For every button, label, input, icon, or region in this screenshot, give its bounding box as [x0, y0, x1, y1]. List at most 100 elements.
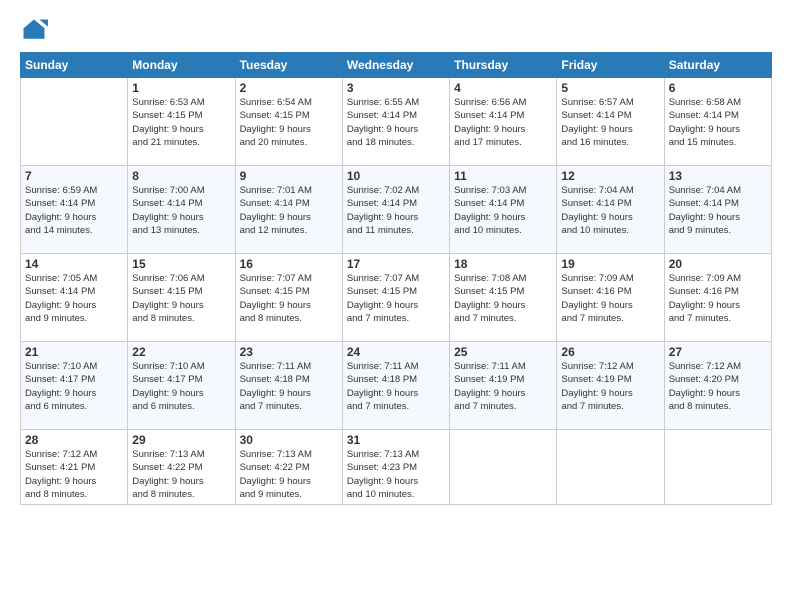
day-number: 3: [347, 81, 445, 95]
day-number: 11: [454, 169, 552, 183]
day-number: 24: [347, 345, 445, 359]
weekday-header: Tuesday: [235, 53, 342, 78]
weekday-header: Thursday: [450, 53, 557, 78]
day-number: 15: [132, 257, 230, 271]
day-number: 12: [561, 169, 659, 183]
calendar-cell: [664, 430, 771, 505]
day-info: Sunrise: 7:04 AM Sunset: 4:14 PM Dayligh…: [561, 184, 659, 237]
calendar-cell: 23Sunrise: 7:11 AM Sunset: 4:18 PM Dayli…: [235, 342, 342, 430]
day-number: 31: [347, 433, 445, 447]
calendar-cell: 18Sunrise: 7:08 AM Sunset: 4:15 PM Dayli…: [450, 254, 557, 342]
day-info: Sunrise: 6:54 AM Sunset: 4:15 PM Dayligh…: [240, 96, 338, 149]
calendar-cell: 10Sunrise: 7:02 AM Sunset: 4:14 PM Dayli…: [342, 166, 449, 254]
day-info: Sunrise: 7:11 AM Sunset: 4:18 PM Dayligh…: [347, 360, 445, 413]
calendar-cell: [450, 430, 557, 505]
calendar-cell: 16Sunrise: 7:07 AM Sunset: 4:15 PM Dayli…: [235, 254, 342, 342]
day-info: Sunrise: 7:04 AM Sunset: 4:14 PM Dayligh…: [669, 184, 767, 237]
calendar-cell: 5Sunrise: 6:57 AM Sunset: 4:14 PM Daylig…: [557, 78, 664, 166]
weekday-header: Friday: [557, 53, 664, 78]
day-info: Sunrise: 7:10 AM Sunset: 4:17 PM Dayligh…: [132, 360, 230, 413]
day-info: Sunrise: 6:57 AM Sunset: 4:14 PM Dayligh…: [561, 96, 659, 149]
day-info: Sunrise: 6:55 AM Sunset: 4:14 PM Dayligh…: [347, 96, 445, 149]
day-info: Sunrise: 6:56 AM Sunset: 4:14 PM Dayligh…: [454, 96, 552, 149]
calendar-cell: 3Sunrise: 6:55 AM Sunset: 4:14 PM Daylig…: [342, 78, 449, 166]
day-info: Sunrise: 7:08 AM Sunset: 4:15 PM Dayligh…: [454, 272, 552, 325]
day-info: Sunrise: 7:06 AM Sunset: 4:15 PM Dayligh…: [132, 272, 230, 325]
calendar-cell: 12Sunrise: 7:04 AM Sunset: 4:14 PM Dayli…: [557, 166, 664, 254]
day-info: Sunrise: 7:09 AM Sunset: 4:16 PM Dayligh…: [669, 272, 767, 325]
calendar-cell: 20Sunrise: 7:09 AM Sunset: 4:16 PM Dayli…: [664, 254, 771, 342]
day-info: Sunrise: 7:13 AM Sunset: 4:22 PM Dayligh…: [132, 448, 230, 501]
day-info: Sunrise: 7:12 AM Sunset: 4:19 PM Dayligh…: [561, 360, 659, 413]
day-info: Sunrise: 6:53 AM Sunset: 4:15 PM Dayligh…: [132, 96, 230, 149]
calendar-cell: 15Sunrise: 7:06 AM Sunset: 4:15 PM Dayli…: [128, 254, 235, 342]
logo-icon: [20, 16, 48, 44]
calendar-cell: 17Sunrise: 7:07 AM Sunset: 4:15 PM Dayli…: [342, 254, 449, 342]
day-number: 16: [240, 257, 338, 271]
weekday-header: Sunday: [21, 53, 128, 78]
day-info: Sunrise: 7:05 AM Sunset: 4:14 PM Dayligh…: [25, 272, 123, 325]
day-info: Sunrise: 7:12 AM Sunset: 4:21 PM Dayligh…: [25, 448, 123, 501]
day-number: 20: [669, 257, 767, 271]
day-info: Sunrise: 6:59 AM Sunset: 4:14 PM Dayligh…: [25, 184, 123, 237]
header: [20, 16, 772, 44]
day-number: 2: [240, 81, 338, 95]
day-number: 10: [347, 169, 445, 183]
calendar-cell: 22Sunrise: 7:10 AM Sunset: 4:17 PM Dayli…: [128, 342, 235, 430]
calendar-cell: 27Sunrise: 7:12 AM Sunset: 4:20 PM Dayli…: [664, 342, 771, 430]
day-number: 27: [669, 345, 767, 359]
day-info: Sunrise: 7:12 AM Sunset: 4:20 PM Dayligh…: [669, 360, 767, 413]
day-number: 13: [669, 169, 767, 183]
calendar-cell: [557, 430, 664, 505]
calendar-cell: 21Sunrise: 7:10 AM Sunset: 4:17 PM Dayli…: [21, 342, 128, 430]
day-number: 18: [454, 257, 552, 271]
day-number: 9: [240, 169, 338, 183]
day-info: Sunrise: 7:07 AM Sunset: 4:15 PM Dayligh…: [347, 272, 445, 325]
weekday-header: Saturday: [664, 53, 771, 78]
calendar-cell: 26Sunrise: 7:12 AM Sunset: 4:19 PM Dayli…: [557, 342, 664, 430]
calendar-cell: 4Sunrise: 6:56 AM Sunset: 4:14 PM Daylig…: [450, 78, 557, 166]
calendar-cell: [21, 78, 128, 166]
calendar-body: 1Sunrise: 6:53 AM Sunset: 4:15 PM Daylig…: [21, 78, 772, 505]
calendar-cell: 9Sunrise: 7:01 AM Sunset: 4:14 PM Daylig…: [235, 166, 342, 254]
weekday-header: Monday: [128, 53, 235, 78]
calendar-cell: 19Sunrise: 7:09 AM Sunset: 4:16 PM Dayli…: [557, 254, 664, 342]
day-info: Sunrise: 7:00 AM Sunset: 4:14 PM Dayligh…: [132, 184, 230, 237]
day-info: Sunrise: 7:09 AM Sunset: 4:16 PM Dayligh…: [561, 272, 659, 325]
day-number: 22: [132, 345, 230, 359]
calendar-cell: 31Sunrise: 7:13 AM Sunset: 4:23 PM Dayli…: [342, 430, 449, 505]
day-number: 8: [132, 169, 230, 183]
calendar: SundayMondayTuesdayWednesdayThursdayFrid…: [20, 52, 772, 505]
day-info: Sunrise: 6:58 AM Sunset: 4:14 PM Dayligh…: [669, 96, 767, 149]
calendar-cell: 29Sunrise: 7:13 AM Sunset: 4:22 PM Dayli…: [128, 430, 235, 505]
calendar-cell: 2Sunrise: 6:54 AM Sunset: 4:15 PM Daylig…: [235, 78, 342, 166]
calendar-cell: 14Sunrise: 7:05 AM Sunset: 4:14 PM Dayli…: [21, 254, 128, 342]
calendar-cell: 11Sunrise: 7:03 AM Sunset: 4:14 PM Dayli…: [450, 166, 557, 254]
day-number: 25: [454, 345, 552, 359]
day-info: Sunrise: 7:10 AM Sunset: 4:17 PM Dayligh…: [25, 360, 123, 413]
day-info: Sunrise: 7:02 AM Sunset: 4:14 PM Dayligh…: [347, 184, 445, 237]
day-info: Sunrise: 7:13 AM Sunset: 4:22 PM Dayligh…: [240, 448, 338, 501]
calendar-cell: 13Sunrise: 7:04 AM Sunset: 4:14 PM Dayli…: [664, 166, 771, 254]
day-number: 4: [454, 81, 552, 95]
day-number: 19: [561, 257, 659, 271]
weekday-header: Wednesday: [342, 53, 449, 78]
day-info: Sunrise: 7:01 AM Sunset: 4:14 PM Dayligh…: [240, 184, 338, 237]
calendar-cell: 6Sunrise: 6:58 AM Sunset: 4:14 PM Daylig…: [664, 78, 771, 166]
day-info: Sunrise: 7:13 AM Sunset: 4:23 PM Dayligh…: [347, 448, 445, 501]
day-number: 30: [240, 433, 338, 447]
day-info: Sunrise: 7:03 AM Sunset: 4:14 PM Dayligh…: [454, 184, 552, 237]
calendar-cell: 30Sunrise: 7:13 AM Sunset: 4:22 PM Dayli…: [235, 430, 342, 505]
day-number: 17: [347, 257, 445, 271]
calendar-cell: 1Sunrise: 6:53 AM Sunset: 4:15 PM Daylig…: [128, 78, 235, 166]
day-number: 5: [561, 81, 659, 95]
calendar-header: SundayMondayTuesdayWednesdayThursdayFrid…: [21, 53, 772, 78]
day-number: 21: [25, 345, 123, 359]
page: SundayMondayTuesdayWednesdayThursdayFrid…: [0, 0, 792, 612]
calendar-cell: 28Sunrise: 7:12 AM Sunset: 4:21 PM Dayli…: [21, 430, 128, 505]
day-number: 14: [25, 257, 123, 271]
day-info: Sunrise: 7:11 AM Sunset: 4:19 PM Dayligh…: [454, 360, 552, 413]
day-number: 6: [669, 81, 767, 95]
day-number: 29: [132, 433, 230, 447]
logo: [20, 16, 52, 44]
